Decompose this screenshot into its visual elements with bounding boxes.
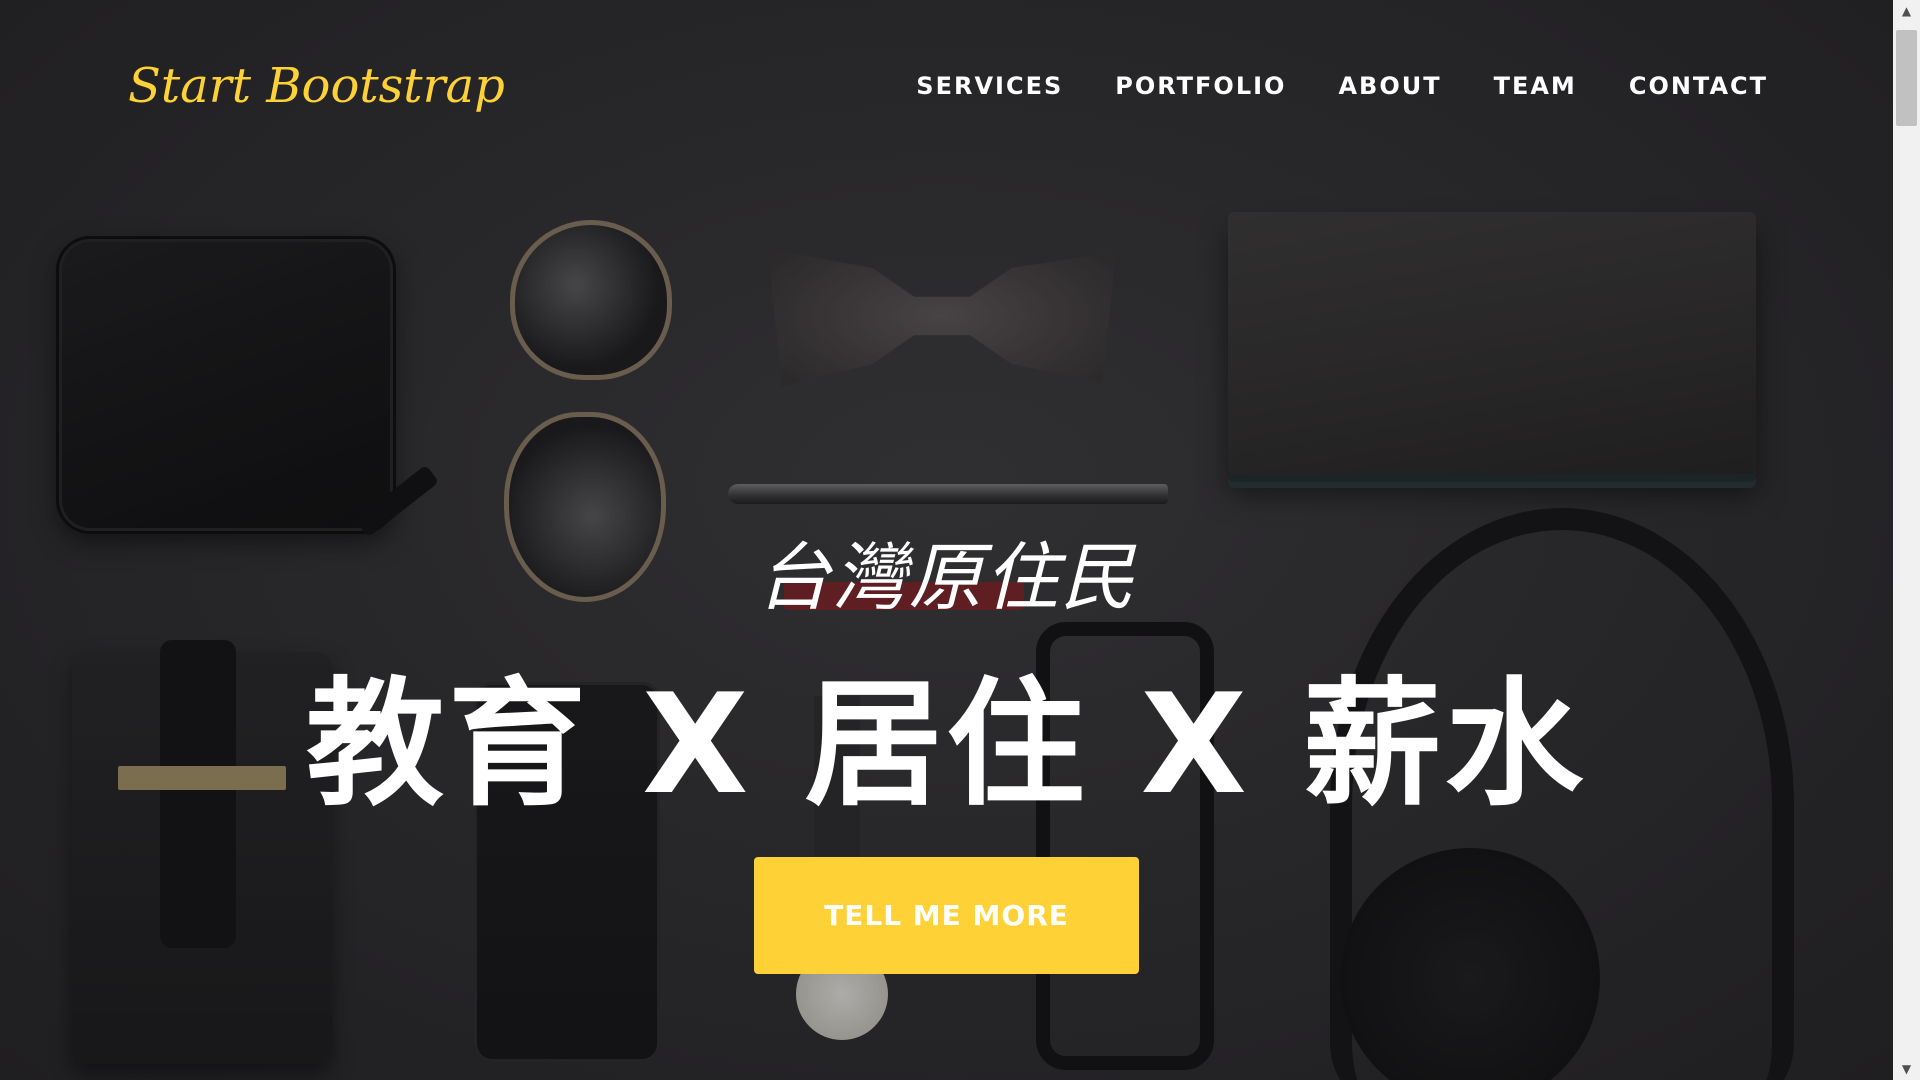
navbar: Start Bootstrap SERVICES PORTFOLIO ABOUT… <box>0 0 1893 170</box>
tell-me-more-button[interactable]: TELL ME MORE <box>754 857 1139 974</box>
hero-section: Start Bootstrap SERVICES PORTFOLIO ABOUT… <box>0 0 1893 1080</box>
nav-link-about[interactable]: ABOUT <box>1338 72 1441 100</box>
scrollbar-thumb[interactable] <box>1896 30 1917 126</box>
nav-item-team: TEAM <box>1494 72 1577 100</box>
hero-heading: 教育 X 居住 X 薪水 <box>306 664 1587 825</box>
nav-link-portfolio[interactable]: PORTFOLIO <box>1115 72 1286 100</box>
nav-link-team[interactable]: TEAM <box>1494 72 1577 100</box>
scroll-up-arrow-icon[interactable]: ▲ <box>1893 0 1920 22</box>
nav-item-services: SERVICES <box>916 72 1063 100</box>
nav-item-about: ABOUT <box>1338 72 1441 100</box>
hero-subheading: 台灣原住民 <box>756 535 1137 621</box>
nav-menu: SERVICES PORTFOLIO ABOUT TEAM CONTACT <box>916 72 1768 100</box>
nav-item-portfolio: PORTFOLIO <box>1115 72 1286 100</box>
page-scrollbar[interactable]: ▲ ▼ <box>1893 0 1920 1080</box>
nav-link-services[interactable]: SERVICES <box>916 72 1063 100</box>
nav-link-contact[interactable]: CONTACT <box>1629 72 1768 100</box>
scroll-down-arrow-icon[interactable]: ▼ <box>1893 1058 1920 1080</box>
nav-item-contact: CONTACT <box>1629 72 1768 100</box>
brand-logo-link[interactable]: Start Bootstrap <box>128 58 505 114</box>
